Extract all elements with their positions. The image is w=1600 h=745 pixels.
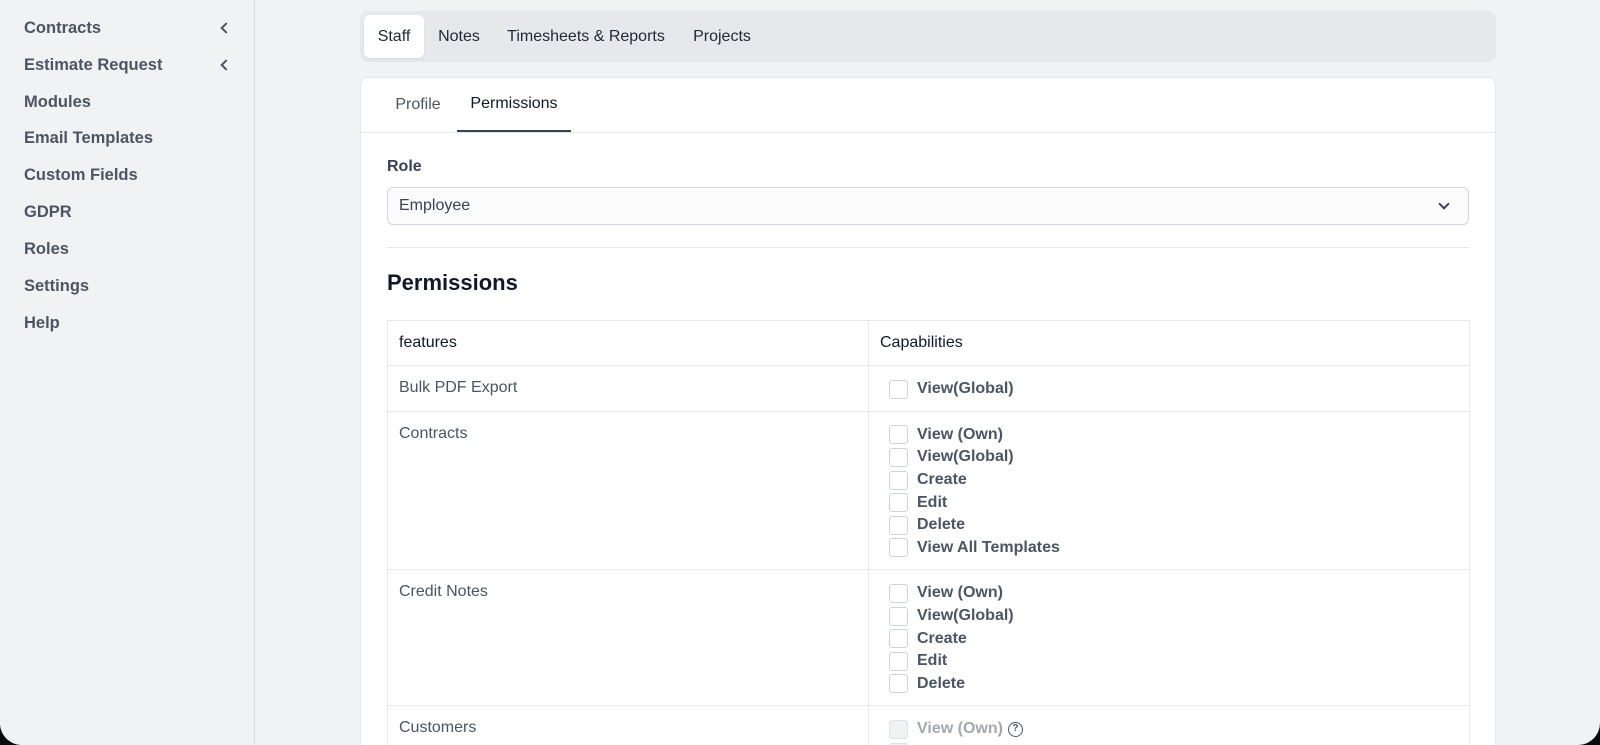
checkbox[interactable]: [889, 606, 908, 626]
checkbox[interactable]: [889, 493, 908, 513]
chevron-left-icon: [220, 59, 232, 71]
capability-checkbox[interactable]: Create: [889, 627, 1449, 650]
checkbox[interactable]: [889, 629, 908, 649]
capability-label: Delete: [917, 674, 966, 692]
feature-name: Credit Notes: [387, 569, 869, 707]
capability-checkbox[interactable]: View(Global): [889, 446, 1449, 469]
checkbox[interactable]: [889, 515, 908, 535]
sidebar-item-roles[interactable]: Roles: [24, 236, 236, 262]
sidebar-item-label: Help: [24, 313, 60, 332]
capability-checkbox[interactable]: View (Own): [889, 582, 1449, 605]
question-circle-icon[interactable]: ?: [1007, 721, 1023, 737]
capability-label: View (Own): [917, 584, 1003, 602]
checkbox[interactable]: [889, 470, 908, 490]
capability-label: Edit: [917, 493, 948, 511]
capability-label: Create: [917, 629, 967, 647]
feature-name: Bulk PDF Export: [387, 365, 869, 412]
capability-checkbox[interactable]: Delete: [889, 514, 1449, 537]
capabilities-cell: View (Own) View(Global) Create Edit Dele…: [868, 410, 1470, 571]
capability-checkbox[interactable]: View (Own): [889, 424, 1449, 447]
role-select[interactable]: Employee: [387, 187, 1469, 225]
permissions-heading: Permissions: [387, 270, 518, 295]
capabilities-cell: View (Own) ?: [868, 705, 1470, 745]
capability-checkbox: View (Own) ?: [889, 718, 1449, 741]
capability-label: View(Global): [917, 607, 1014, 625]
feature-name: Customers: [387, 705, 869, 745]
capability-label: View All Templates: [917, 538, 1060, 556]
sidebar-item-modules[interactable]: Modules: [24, 89, 236, 115]
capability-label: Edit: [917, 652, 948, 670]
checkbox-disabled: [889, 719, 908, 739]
checkbox[interactable]: [889, 379, 908, 399]
checkbox[interactable]: [889, 447, 908, 467]
checkbox[interactable]: [889, 583, 908, 603]
staff-card: Profile Permissions Role Employee Permis…: [360, 77, 1496, 745]
capability-label: View(Global): [917, 380, 1014, 398]
capability-label: Create: [917, 471, 967, 489]
sidebar-item-label: Roles: [24, 239, 69, 258]
role-label: Role: [387, 158, 422, 175]
table-row: Bulk PDF Export View(Global): [387, 365, 1470, 412]
app-window: Contracts Estimate Request Modules Email…: [0, 0, 1600, 745]
sidebar-item-settings[interactable]: Settings: [24, 273, 236, 299]
checkbox[interactable]: [889, 425, 908, 445]
main-content: Staff Notes Timesheets & Reports Project…: [256, 0, 1600, 745]
chevron-down-icon: [1438, 198, 1450, 210]
capability-checkbox[interactable]: View All Templates: [889, 537, 1449, 560]
checkbox[interactable]: [889, 651, 908, 671]
table-header-row: features Capabilities: [387, 320, 1470, 366]
capability-checkbox[interactable]: View(Global): [889, 605, 1449, 628]
capabilities-cell: View(Global): [868, 365, 1470, 412]
checkbox[interactable]: [889, 538, 908, 558]
sidebar-item-estimate-request[interactable]: Estimate Request: [24, 52, 236, 78]
capability-checkbox[interactable]: Create: [889, 469, 1449, 492]
capability-label: View (Own): [917, 425, 1003, 443]
sidebar-item-label: Custom Fields: [24, 165, 138, 184]
checkbox[interactable]: [889, 674, 908, 694]
role-select-value: Employee: [399, 197, 471, 214]
top-tab-bar: Staff Notes Timesheets & Reports Project…: [360, 11, 1496, 62]
capability-checkbox[interactable]: Edit: [889, 491, 1449, 514]
sidebar-item-custom-fields[interactable]: Custom Fields: [24, 162, 236, 188]
feature-name: Contracts: [387, 410, 869, 571]
chevron-left-icon: [220, 22, 232, 34]
sidebar-item-label: Contracts: [24, 18, 102, 37]
capability-checkbox: [889, 741, 1449, 745]
sidebar-item-label: Modules: [24, 92, 91, 111]
sub-tab-bar: Profile Permissions: [361, 78, 1495, 133]
tab-notes[interactable]: Notes: [426, 15, 492, 58]
table-row: Contracts View (Own) View(Global) Create…: [387, 410, 1470, 571]
column-header-capabilities: Capabilities: [868, 320, 1470, 366]
sidebar-item-label: GDPR: [24, 202, 72, 221]
sidebar-item-help[interactable]: Help: [24, 310, 236, 336]
capabilities-cell: View (Own) View(Global) Create Edit Dele…: [868, 569, 1470, 707]
sidebar-item-label: Settings: [24, 276, 90, 295]
tab-staff[interactable]: Staff: [364, 15, 424, 58]
sidebar-item-email-templates[interactable]: Email Templates: [24, 125, 236, 151]
tab-projects[interactable]: Projects: [680, 15, 764, 58]
permissions-table: features Capabilities Bulk PDF Export Vi…: [387, 320, 1470, 745]
capability-label: View(Global): [917, 448, 1014, 466]
table-row: Customers View (Own) ?: [387, 705, 1470, 745]
capability-checkbox[interactable]: View(Global): [889, 378, 1449, 401]
tab-permissions[interactable]: Permissions: [457, 78, 571, 132]
capability-checkbox[interactable]: Delete: [889, 673, 1449, 696]
sidebar-item-label: Estimate Request: [24, 55, 163, 74]
sidebar-item-contracts[interactable]: Contracts: [24, 15, 236, 41]
sidebar-item-gdpr[interactable]: GDPR: [24, 199, 236, 225]
tab-timesheets-reports[interactable]: Timesheets & Reports: [496, 15, 676, 58]
capability-label: View (Own): [917, 720, 1003, 738]
column-header-features: features: [387, 320, 869, 366]
capability-checkbox[interactable]: Edit: [889, 650, 1449, 673]
sidebar: Contracts Estimate Request Modules Email…: [0, 0, 255, 745]
divider: [387, 247, 1469, 248]
table-row: Credit Notes View (Own) View(Global) Cre…: [387, 569, 1470, 707]
capability-label: Delete: [917, 516, 966, 534]
sidebar-item-label: Email Templates: [24, 128, 153, 147]
tab-profile[interactable]: Profile: [383, 78, 453, 132]
